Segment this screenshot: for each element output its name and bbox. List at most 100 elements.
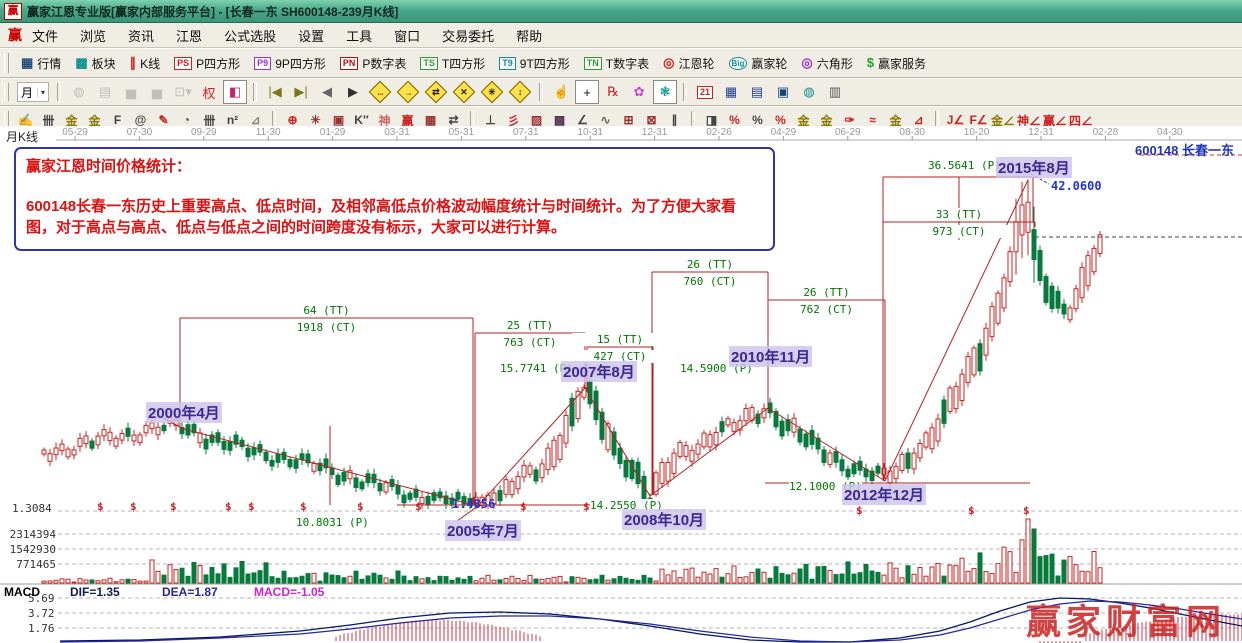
menu-item-5[interactable]: 设置 — [298, 26, 324, 45]
t-table-icon: TN — [584, 57, 602, 70]
winner-service-icon: $ — [867, 56, 874, 70]
save-button[interactable]: ▣ — [771, 80, 795, 104]
winner-service-button[interactable]: $赢家服务 — [860, 53, 933, 74]
zoom-y-button[interactable]: ↕ — [507, 80, 533, 104]
menu-item-4[interactable]: 公式选股 — [224, 26, 276, 45]
first-page-button[interactable]: |◀ — [263, 80, 287, 104]
menu-item-1[interactable]: 浏览 — [80, 26, 106, 45]
date-tick: 10-20 — [955, 127, 999, 138]
title-bar: 赢 赢家江恩专业版[赢家内部服务平台] - [长春一东 SH600148-239… — [0, 0, 1242, 23]
date-tick: 08-30 — [890, 127, 934, 138]
toolbar-button-label: 江恩轮 — [678, 55, 714, 72]
menu-item-2[interactable]: 资讯 — [128, 26, 154, 45]
kline-button[interactable]: ∥K线 — [123, 53, 168, 74]
exrights-button[interactable]: 权 — [197, 80, 221, 104]
app-logo-icon: 赢 — [4, 3, 22, 20]
calendar-button[interactable]: 21 — [693, 80, 717, 104]
volume-axis-value: 771465 — [4, 558, 56, 571]
t-square-button[interactable]: TST四方形 — [413, 53, 492, 74]
date-tick: 06-29 — [826, 127, 870, 138]
date-tick: 09-29 — [182, 127, 226, 138]
remote-button[interactable]: ▥ — [823, 80, 847, 104]
chart-area[interactable]: 月K线 05-2907-3009-2911-3001-2903-3105-310… — [0, 126, 1242, 643]
gann-wheel-button[interactable]: ◎ 江恩轮 — [656, 53, 721, 74]
menu-item-0[interactable]: 文件 — [32, 26, 58, 45]
prev-button[interactable]: ◀ — [315, 80, 339, 104]
date-tick: 07-31 — [504, 127, 548, 138]
annotation-box: 赢家江恩时间价格统计： 600148长春一东历史上重要高点、低点时间，及相邻高低… — [14, 147, 775, 251]
toolbar-button-label: 9P四方形 — [275, 55, 326, 72]
prev-icon: ◀ — [322, 84, 332, 100]
menu-item-8[interactable]: 交易委托 — [442, 26, 494, 45]
stamp-tool-button[interactable]: ✿ — [627, 80, 651, 104]
swing-days-label: 973 (CT) — [911, 225, 1007, 238]
t-table-button[interactable]: TNT数字表 — [577, 53, 656, 74]
swing-time-label: 26 (TT) — [662, 258, 758, 271]
9t-square-button[interactable]: T99T四方形 — [492, 53, 577, 74]
t-square-icon: TS — [420, 57, 438, 70]
winner-wheel-button[interactable]: Big赢家轮 — [722, 53, 795, 74]
calculator-button[interactable]: ▦ — [719, 80, 743, 104]
stamp-tool-icon: ✿ — [634, 84, 645, 100]
menu-item-9[interactable]: 帮助 — [516, 26, 542, 45]
measure-tool-button[interactable]: ℞ — [601, 80, 625, 104]
p-square-button[interactable]: PSP四方形 — [167, 53, 247, 74]
p-table-button[interactable]: PNP数字表 — [333, 53, 414, 74]
9p-square-icon: P9 — [254, 57, 271, 70]
chevron-down-icon[interactable]: ▾ — [37, 88, 45, 97]
toolbar-button-label: P四方形 — [196, 55, 240, 72]
last-page-button[interactable]: ▶| — [289, 80, 313, 104]
toolbar-separator — [539, 83, 543, 101]
zoom-out-x-button[interactable]: ↔ — [367, 80, 393, 104]
next-button[interactable]: ▶ — [341, 80, 365, 104]
swing-days-label: 1918 (CT) — [279, 321, 375, 334]
quotes-button[interactable]: ▦行情 — [14, 53, 68, 74]
menu-item-3[interactable]: 江恩 — [176, 26, 202, 45]
toolbar-grip[interactable] — [4, 53, 9, 73]
period-select[interactable]: 月▾ — [17, 82, 49, 102]
expand-icon: ✳ — [481, 81, 504, 104]
toolbar-separator — [253, 83, 257, 101]
macd-axis-value: 1.76 — [28, 622, 55, 635]
swing-days-label: 762 (CT) — [779, 303, 875, 316]
first-page-icon: |◀ — [268, 84, 281, 100]
chart9-tool-disabled: ▅ — [145, 80, 169, 104]
save-icon: ▣ — [777, 84, 789, 100]
chip-distribution-button[interactable]: ◧ — [223, 80, 247, 104]
brain-analysis-button[interactable]: ❃ — [653, 80, 677, 104]
menu-item-7[interactable]: 窗口 — [394, 26, 420, 45]
dividend-mark: $ — [97, 500, 104, 513]
chart9-tool-disabled-icon: ▅ — [152, 84, 162, 100]
toolbar-separator — [683, 83, 687, 101]
shift-right-button[interactable]: → — [395, 80, 421, 104]
date-tick: 07-30 — [117, 127, 161, 138]
zoom-in-x-button[interactable]: ⇄ — [423, 80, 449, 104]
hand-tool-button[interactable]: ☝ — [549, 80, 573, 104]
kline-icon: ∥ — [130, 56, 137, 70]
crosshair-tool-button[interactable]: + — [575, 80, 599, 104]
window-title: 赢家江恩专业版[赢家内部服务平台] - [长春一东 SH600148-239月K… — [27, 3, 398, 20]
zoom-y-icon: ↕ — [509, 81, 532, 104]
toolbar-button-label: P数字表 — [362, 55, 406, 72]
dividend-mark: $ — [170, 500, 177, 513]
toolbar-button-label: 六角形 — [817, 55, 853, 72]
date-tick: 10-31 — [568, 127, 612, 138]
sectors-button[interactable]: ▩板块 — [68, 53, 122, 74]
swing-time-label: 33 (TT) — [911, 208, 1007, 221]
menu-bar: 赢 文件 浏览 资讯 江恩 公式选股 设置 工具 窗口 交易委托 帮助 — [0, 23, 1242, 48]
hexagon-icon: ◎ — [801, 56, 812, 70]
date-tick: 05-31 — [439, 127, 483, 138]
menu-logo-icon: 赢 — [8, 25, 22, 45]
toolbar-grip[interactable] — [4, 83, 9, 101]
expand-button[interactable]: ✳ — [479, 80, 505, 104]
compress-button[interactable]: ✕ — [451, 80, 477, 104]
crosshair-tool-icon: + — [583, 85, 591, 100]
notes-button[interactable]: ▤ — [745, 80, 769, 104]
menu-item-6[interactable]: 工具 — [346, 26, 372, 45]
hexagon-button[interactable]: ◎ 六角形 — [794, 53, 859, 74]
gann-wheel-icon: ◎ — [663, 56, 674, 70]
9p-square-button[interactable]: P9 9P四方形 — [247, 53, 333, 74]
watermark: 赢家财富网 — [1026, 594, 1226, 643]
web-search-button[interactable]: ◍ — [797, 80, 821, 104]
toolbar-button-label: K线 — [140, 55, 160, 72]
